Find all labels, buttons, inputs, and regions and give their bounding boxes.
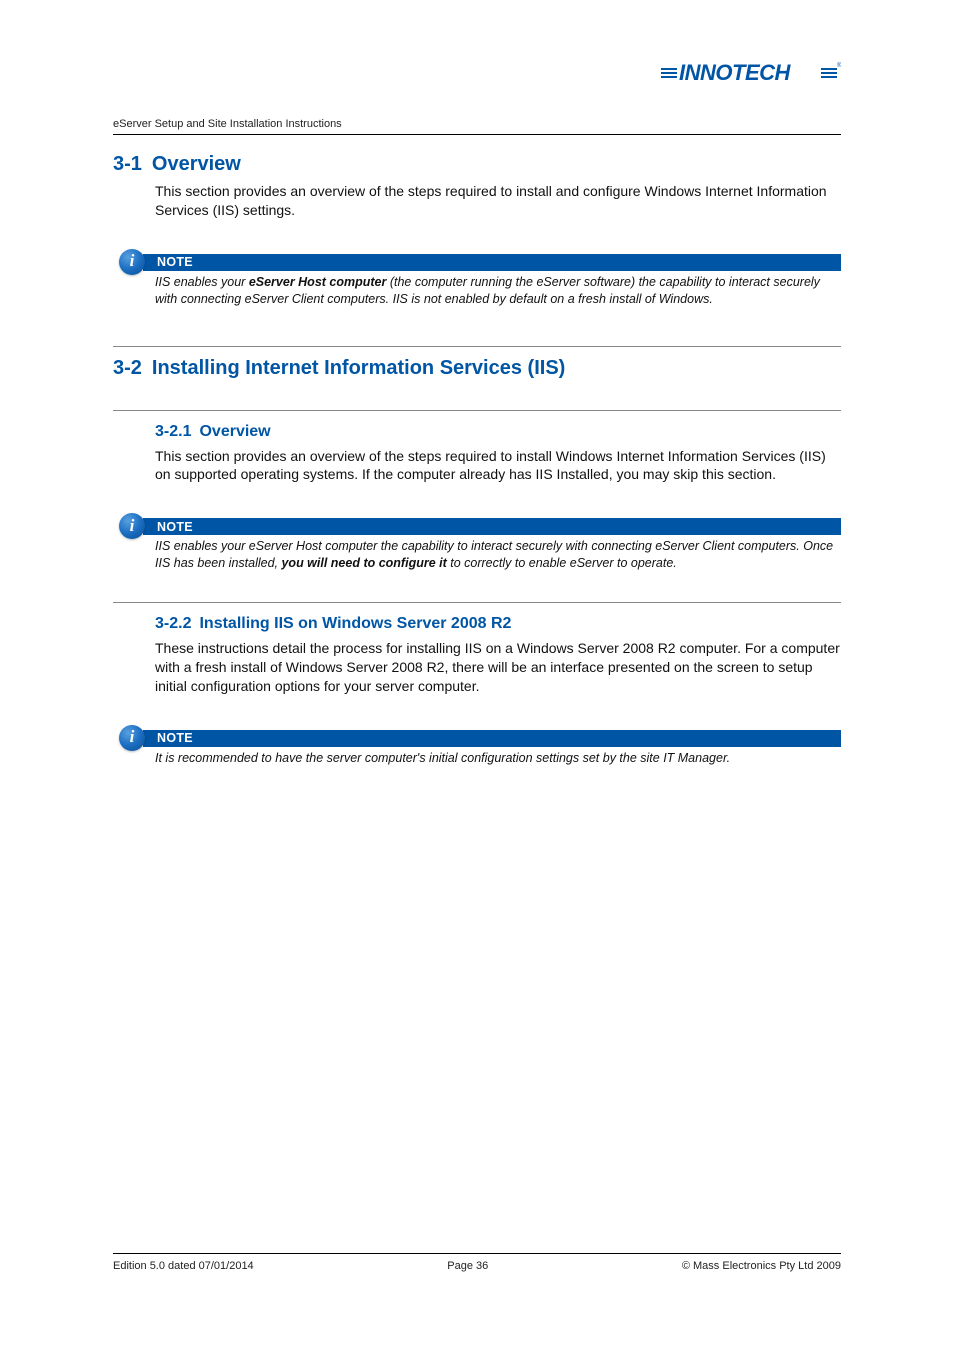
- heading-3-2-2: 3-2.2 Installing IIS on Windows Server 2…: [155, 615, 841, 633]
- footer-page-number: Page 36: [447, 1260, 488, 1272]
- svg-text:®: ®: [837, 62, 841, 69]
- note-label: NOTE: [143, 731, 193, 745]
- section-3-2-2-body: These instructions detail the process fo…: [155, 639, 841, 696]
- heading-number: 3-2.1: [155, 423, 191, 441]
- note-block: NOTE i IIS enables your eServer Host com…: [113, 254, 841, 308]
- info-icon-glyph: i: [130, 728, 135, 745]
- note-label: NOTE: [143, 520, 193, 534]
- heading-3-2-1: 3-2.1 Overview: [155, 423, 841, 441]
- heading-text: Overview: [199, 423, 270, 441]
- heading-number: 3-2.2: [155, 615, 191, 633]
- note-block: NOTE i IIS enables your eServer Host com…: [113, 518, 841, 572]
- note-text-bold: eServer Host computer: [249, 275, 387, 289]
- section-3-2-1-body: This section provides an overview of the…: [155, 447, 841, 485]
- heading-3-1: 3-1 Overview: [113, 153, 841, 176]
- info-icon-glyph: i: [130, 252, 135, 269]
- heading-text: Installing Internet Information Services…: [152, 357, 565, 380]
- note-block: NOTE i It is recommended to have the ser…: [113, 730, 841, 767]
- heading-3-2: 3-2 Installing Internet Information Serv…: [113, 357, 841, 380]
- note-body: It is recommended to have the server com…: [155, 750, 841, 767]
- page-footer: Edition 5.0 dated 07/01/2014 Page 36 © M…: [113, 1253, 841, 1272]
- footer-edition: Edition 5.0 dated 07/01/2014: [113, 1260, 254, 1272]
- info-icon: i: [119, 249, 145, 275]
- note-label: NOTE: [143, 255, 193, 269]
- document-header-title: eServer Setup and Site Installation Inst…: [113, 118, 841, 135]
- note-bar: NOTE: [143, 730, 841, 747]
- note-body: IIS enables your eServer Host computer t…: [155, 538, 841, 572]
- heading-number: 3-1: [113, 153, 142, 176]
- note-body: IIS enables your eServer Host computer (…: [155, 274, 841, 308]
- info-icon: i: [119, 725, 145, 751]
- note-text-post: to correctly to enable eServer to operat…: [447, 556, 677, 570]
- heading-text: Installing IIS on Windows Server 2008 R2: [199, 615, 511, 633]
- svg-text:INNOTECH: INNOTECH: [679, 60, 792, 85]
- heading-text: Overview: [152, 153, 241, 176]
- info-icon: i: [119, 513, 145, 539]
- note-bar: NOTE: [143, 518, 841, 535]
- brand-logo: INNOTECH ®: [661, 58, 841, 86]
- info-icon-glyph: i: [130, 517, 135, 534]
- heading-number: 3-2: [113, 357, 142, 380]
- section-3-1-body: This section provides an overview of the…: [155, 182, 841, 220]
- note-text-pre: IIS enables your: [155, 275, 249, 289]
- note-bar: NOTE: [143, 254, 841, 271]
- footer-copyright: © Mass Electronics Pty Ltd 2009: [682, 1260, 841, 1272]
- note-text-bold: you will need to configure it: [281, 556, 446, 570]
